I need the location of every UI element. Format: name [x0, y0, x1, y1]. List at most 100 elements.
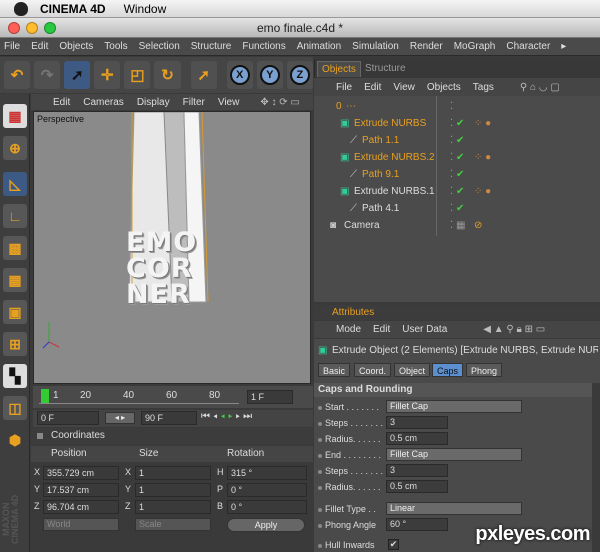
texture-tag-icon[interactable]: ⁘ ●	[474, 183, 491, 200]
rotate-icon[interactable]: ↻	[154, 61, 181, 89]
panel-grip-icon[interactable]	[37, 433, 43, 439]
menu-character[interactable]: Character	[506, 41, 550, 52]
scale-icon[interactable]: ◰	[124, 61, 151, 89]
viewport-menu-edit[interactable]: Edit	[53, 97, 70, 108]
tab-basic[interactable]: Basic	[318, 363, 351, 377]
goto-start-icon[interactable]: ⏮	[201, 411, 213, 422]
size-z-field[interactable]: 1	[135, 500, 211, 514]
menu-render[interactable]: Render	[410, 41, 443, 52]
object-row[interactable]: ⟋ Path 1.1 ⁚ ✔	[314, 132, 600, 149]
menu-overflow-icon[interactable]: ▸	[561, 41, 566, 52]
attributes-scrollbar[interactable]	[592, 383, 600, 552]
viewport-menu-cameras[interactable]: Cameras	[83, 97, 124, 108]
menu-simulation[interactable]: Simulation	[352, 41, 399, 52]
viewport-menu-filter[interactable]: Filter	[183, 97, 205, 108]
rotation-p-field[interactable]: 0 °	[227, 483, 307, 497]
move-icon[interactable]: ✛	[94, 61, 121, 89]
object-menu-objects[interactable]: Objects	[427, 82, 461, 93]
timeline[interactable]: 1 20 40 60 80 1 F	[33, 386, 313, 408]
end-steps-field[interactable]: 3	[386, 464, 448, 477]
playback-buttons[interactable]: ⏮◂◂▸▸⏭	[201, 411, 311, 425]
menu-tools[interactable]: Tools	[104, 41, 127, 52]
current-frame-field[interactable]: 1 F	[247, 390, 293, 404]
range-slider-icon[interactable]: ◂ ▸	[105, 412, 135, 424]
timeline-playhead[interactable]	[41, 389, 49, 403]
attr-menu-edit[interactable]: Edit	[373, 324, 390, 335]
protection-tag-icon[interactable]: ⊘	[474, 217, 482, 234]
menu-structure[interactable]: Structure	[191, 41, 232, 52]
size-y-field[interactable]: 1	[135, 483, 211, 497]
last-tool-icon[interactable]: ➚	[190, 61, 217, 89]
tab-structure[interactable]: Structure	[361, 61, 410, 77]
checker-icon[interactable]: ▚	[3, 364, 27, 388]
texture-tag-icon[interactable]: ⁘ ●	[474, 115, 491, 132]
y-axis-lock-button[interactable]: Y	[256, 61, 283, 89]
menu-objects[interactable]: Objects	[59, 41, 93, 52]
size-x-field[interactable]: 1	[135, 466, 211, 480]
menu-functions[interactable]: Functions	[242, 41, 285, 52]
workplane-icon[interactable]: ▦	[3, 268, 27, 292]
visibility-check-icon[interactable]: ⁚ ✔	[450, 183, 464, 200]
end-cap-dropdown[interactable]: Fillet Cap	[386, 448, 522, 461]
position-y-field[interactable]: 17.537 cm	[43, 483, 119, 497]
step-back-icon[interactable]: ◂	[213, 411, 221, 422]
attr-nav-icons[interactable]: ◀ ▲ ⚲ 🔒︎ ⊞ ▭	[483, 324, 545, 335]
object-row[interactable]: ⟋ Path 4.1 ⁚ ✔	[314, 200, 600, 217]
world-mode-dropdown[interactable]: World	[43, 518, 119, 531]
play-forward-icon[interactable]: ▸	[228, 411, 236, 422]
perspective-viewport[interactable]: Perspective EMO COR NER	[33, 111, 311, 384]
use-object-icon[interactable]: ⊕	[3, 136, 27, 160]
window-menu[interactable]: Window	[124, 2, 167, 16]
object-row[interactable]: ▣ Extrude NURBS.2 ⁚ ✔ ⁘ ●	[314, 149, 600, 166]
position-z-field[interactable]: 96.704 cm	[43, 500, 119, 514]
menu-animation[interactable]: Animation	[297, 41, 341, 52]
tab-objects[interactable]: Objects	[317, 61, 361, 77]
visibility-check-icon[interactable]: ⁚ ✔	[450, 132, 464, 149]
live-selection-icon[interactable]: ➚	[64, 61, 91, 89]
object-menu-tags[interactable]: Tags	[473, 82, 494, 93]
z-axis-lock-button[interactable]: Z	[286, 61, 313, 89]
goto-end-icon[interactable]: ⏭	[243, 411, 255, 422]
rotation-h-field[interactable]: 315 °	[227, 466, 307, 480]
search-icon[interactable]: ⚲ ⌂ ◡ ▢	[520, 82, 560, 93]
object-row[interactable]: ⟋ Path 9.1 ⁚ ✔	[314, 166, 600, 183]
object-menu-file[interactable]: File	[336, 82, 352, 93]
texture-tag-icon[interactable]: ⁘ ●	[474, 149, 491, 166]
use-polygons-icon[interactable]: ▩	[3, 236, 27, 260]
start-radius-field[interactable]: 0.5 cm	[386, 432, 448, 445]
tab-coord[interactable]: Coord.	[354, 363, 392, 377]
object-row[interactable]: ▣ Extrude NURBS ⁚ ✔ ⁘ ●	[314, 115, 600, 132]
minimize-window-button[interactable]	[26, 22, 38, 34]
start-steps-field[interactable]: 3	[386, 416, 448, 429]
viewport-nav-icon[interactable]: ✥ ↕ ⟳ ▭	[260, 97, 300, 108]
start-frame-field[interactable]: 0 F	[37, 411, 99, 425]
tweak-icon[interactable]: ▣	[3, 300, 27, 324]
step-forward-icon[interactable]: ▸	[236, 411, 244, 422]
viewport-menu-display[interactable]: Display	[137, 97, 170, 108]
tab-caps[interactable]: Caps	[432, 363, 464, 377]
fillet-type-dropdown[interactable]: Linear	[386, 502, 522, 515]
tab-object[interactable]: Object	[394, 363, 431, 377]
object-row[interactable]: ◙ Camera ⁚ ▦ ⊘	[314, 217, 600, 234]
undo-icon[interactable]: ↶	[4, 61, 31, 89]
object-menu-edit[interactable]: Edit	[364, 82, 381, 93]
menu-selection[interactable]: Selection	[139, 41, 180, 52]
paint-icon[interactable]: ⬢	[3, 428, 27, 452]
zoom-window-button[interactable]	[44, 22, 56, 34]
use-edges-icon[interactable]: ∟	[3, 204, 27, 228]
axis-icon[interactable]: ⊞	[3, 332, 27, 356]
menu-edit[interactable]: Edit	[31, 41, 48, 52]
viewport-menu-view[interactable]: View	[218, 97, 240, 108]
start-cap-dropdown[interactable]: Fillet Cap	[386, 400, 522, 413]
object-row[interactable]: ▣ Extrude NURBS.1 ⁚ ✔ ⁘ ●	[314, 183, 600, 200]
use-points-icon[interactable]: ◺	[3, 172, 27, 196]
play-backward-icon[interactable]: ◂	[221, 411, 229, 422]
attr-menu-user-data[interactable]: User Data	[402, 324, 447, 335]
apply-button[interactable]: Apply	[227, 518, 305, 532]
snap-icon[interactable]: ◫	[3, 396, 27, 420]
close-window-button[interactable]	[8, 22, 20, 34]
phong-angle-field[interactable]: 60 °	[386, 518, 448, 531]
object-menu-view[interactable]: View	[393, 82, 415, 93]
attr-menu-mode[interactable]: Mode	[336, 324, 361, 335]
end-radius-field[interactable]: 0.5 cm	[386, 480, 448, 493]
